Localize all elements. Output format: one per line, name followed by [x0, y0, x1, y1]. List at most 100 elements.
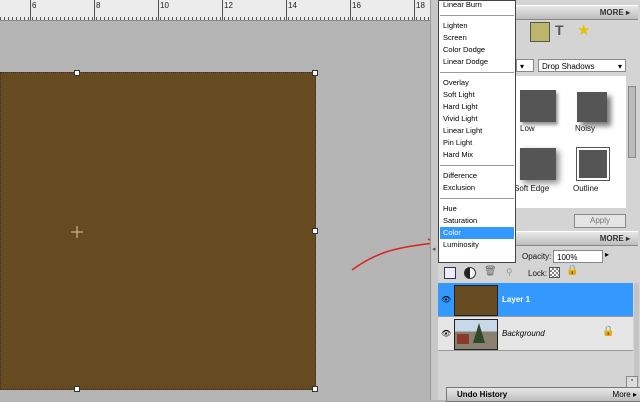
ruler-tick — [176, 17, 177, 20]
ruler-major-tick — [222, 0, 223, 20]
visibility-eye-icon[interactable]: 👁 — [441, 295, 451, 304]
thumb-label: Soft Edge — [516, 184, 550, 193]
ruler-tick — [52, 17, 53, 20]
ruler-tick — [316, 17, 317, 20]
ruler-tick — [220, 17, 221, 20]
blend-mode-item-vivid-light[interactable]: Vivid Light — [440, 113, 514, 125]
favorites-star-icon[interactable]: ★ — [577, 21, 590, 39]
effect-thumb-low[interactable] — [516, 80, 566, 130]
ruler-tick — [84, 17, 85, 20]
ruler-tick — [308, 17, 309, 20]
ruler-tick — [384, 17, 385, 20]
ruler-tick — [8, 17, 9, 20]
layer-name: Layer 1 — [502, 295, 531, 304]
blend-mode-item-linear-light[interactable]: Linear Light — [440, 125, 514, 137]
blend-mode-item-color[interactable]: Color — [440, 227, 514, 239]
thumb-label: Noisy — [575, 124, 596, 133]
ruler-tick — [288, 17, 289, 20]
ruler-tick — [392, 17, 393, 20]
ruler-tick — [408, 17, 409, 20]
ruler-tick — [24, 17, 25, 20]
adjustment-layer-icon[interactable] — [464, 267, 476, 279]
ruler-tick — [248, 17, 249, 20]
blend-mode-item-screen[interactable]: Screen — [440, 32, 514, 44]
ruler-tick — [360, 17, 361, 20]
ruler-tick — [228, 17, 229, 20]
ruler-tick — [104, 17, 105, 20]
blend-mode-item-hard-light[interactable]: Hard Light — [440, 101, 514, 113]
opacity-label: Opacity: — [522, 252, 552, 261]
transform-handle[interactable] — [74, 70, 80, 76]
transform-handle[interactable] — [312, 228, 318, 234]
ruler-tick — [296, 17, 297, 20]
blend-mode-item-difference[interactable]: Difference — [440, 170, 514, 182]
ruler-tick — [356, 17, 357, 20]
thumb-label: Outline — [573, 184, 599, 193]
ruler-tick — [124, 17, 125, 20]
ruler-tick — [292, 17, 293, 20]
blend-mode-item-linear-dodge[interactable]: Linear Dodge — [440, 56, 514, 68]
ruler-tick — [92, 17, 93, 20]
effects-more-button[interactable]: MORE ▸ — [600, 8, 630, 17]
category-select[interactable]: ▾ — [516, 59, 534, 72]
layers-scrollbar[interactable] — [634, 283, 639, 383]
ruler-tick — [372, 17, 373, 20]
ruler-tick — [120, 17, 121, 20]
ruler-tick — [204, 17, 205, 20]
ruler-tick — [268, 17, 269, 20]
ruler-tick — [260, 17, 261, 20]
undo-more-button[interactable]: More ▸ — [613, 390, 637, 399]
ruler-tick — [324, 17, 325, 20]
ruler-tick — [112, 17, 113, 20]
blend-mode-item-lighten[interactable]: Lighten — [440, 20, 514, 32]
ruler-tick — [340, 17, 341, 20]
blend-mode-item-soft-light[interactable]: Soft Light — [440, 89, 514, 101]
apply-button[interactable]: Apply — [574, 214, 626, 228]
transform-handle[interactable] — [312, 386, 318, 392]
layers-more-button[interactable]: MORE ▸ — [600, 234, 630, 243]
effects-filter-select[interactable]: Drop Shadows ▾ — [538, 59, 626, 72]
blend-mode-item-overlay[interactable]: Overlay — [440, 77, 514, 89]
ruler-label: 12 — [224, 1, 233, 10]
ruler-tick — [140, 17, 141, 20]
layer-canvas-fill[interactable] — [0, 70, 318, 392]
blend-mode-item-hue[interactable]: Hue — [440, 203, 514, 215]
text-effects-icon[interactable]: T — [555, 22, 564, 38]
visibility-eye-icon[interactable]: 👁 — [441, 329, 451, 338]
layer-styles-icon[interactable] — [530, 22, 550, 42]
layer-row-background[interactable]: 👁 Background 🔒 — [438, 317, 633, 351]
blend-mode-item-color-dodge[interactable]: Color Dodge — [440, 44, 514, 56]
ruler-tick — [404, 17, 405, 20]
blend-mode-item-hard-mix[interactable]: Hard Mix — [440, 149, 514, 161]
ruler-tick — [152, 17, 153, 20]
horizontal-ruler: 6 8 10 12 14 16 18 — [0, 0, 430, 21]
new-layer-icon[interactable] — [444, 267, 456, 279]
blend-mode-item-saturation[interactable]: Saturation — [440, 215, 514, 227]
link-icon[interactable]: ⚲ — [506, 267, 513, 278]
ruler-tick — [200, 17, 201, 20]
transform-handle[interactable] — [312, 70, 318, 76]
ruler-tick — [88, 17, 89, 20]
effects-scrollbar[interactable] — [628, 86, 636, 158]
layer-row-layer1[interactable]: 👁 Layer 1 — [438, 283, 633, 317]
ruler-tick — [80, 17, 81, 20]
transform-handle[interactable] — [74, 386, 80, 392]
collapse-arrow-icon[interactable]: ◂ — [432, 245, 436, 253]
effect-thumb-noisy[interactable] — [571, 80, 621, 130]
opacity-input[interactable]: 100% — [553, 250, 603, 263]
ruler-major-tick — [94, 0, 95, 20]
opacity-dropdown-icon[interactable]: ▸ — [605, 250, 609, 259]
blend-mode-item-pin-light[interactable]: Pin Light — [440, 137, 514, 149]
layer-lock-icon: 🔒 — [602, 326, 615, 337]
blend-mode-item-linear-burn[interactable]: Linear Burn — [440, 0, 514, 11]
ruler-tick — [192, 17, 193, 20]
ruler-tick — [236, 17, 237, 20]
blend-mode-item-exclusion[interactable]: Exclusion — [440, 182, 514, 194]
trash-icon[interactable]: 🗑 — [484, 266, 497, 277]
lock-all-icon[interactable]: 🔒 — [566, 265, 578, 276]
ruler-label: 8 — [96, 1, 101, 10]
lock-transparency-icon[interactable] — [549, 267, 560, 278]
ruler-tick — [264, 17, 265, 20]
blend-mode-item-luminosity[interactable]: Luminosity — [440, 239, 514, 251]
ruler-tick — [376, 17, 377, 20]
